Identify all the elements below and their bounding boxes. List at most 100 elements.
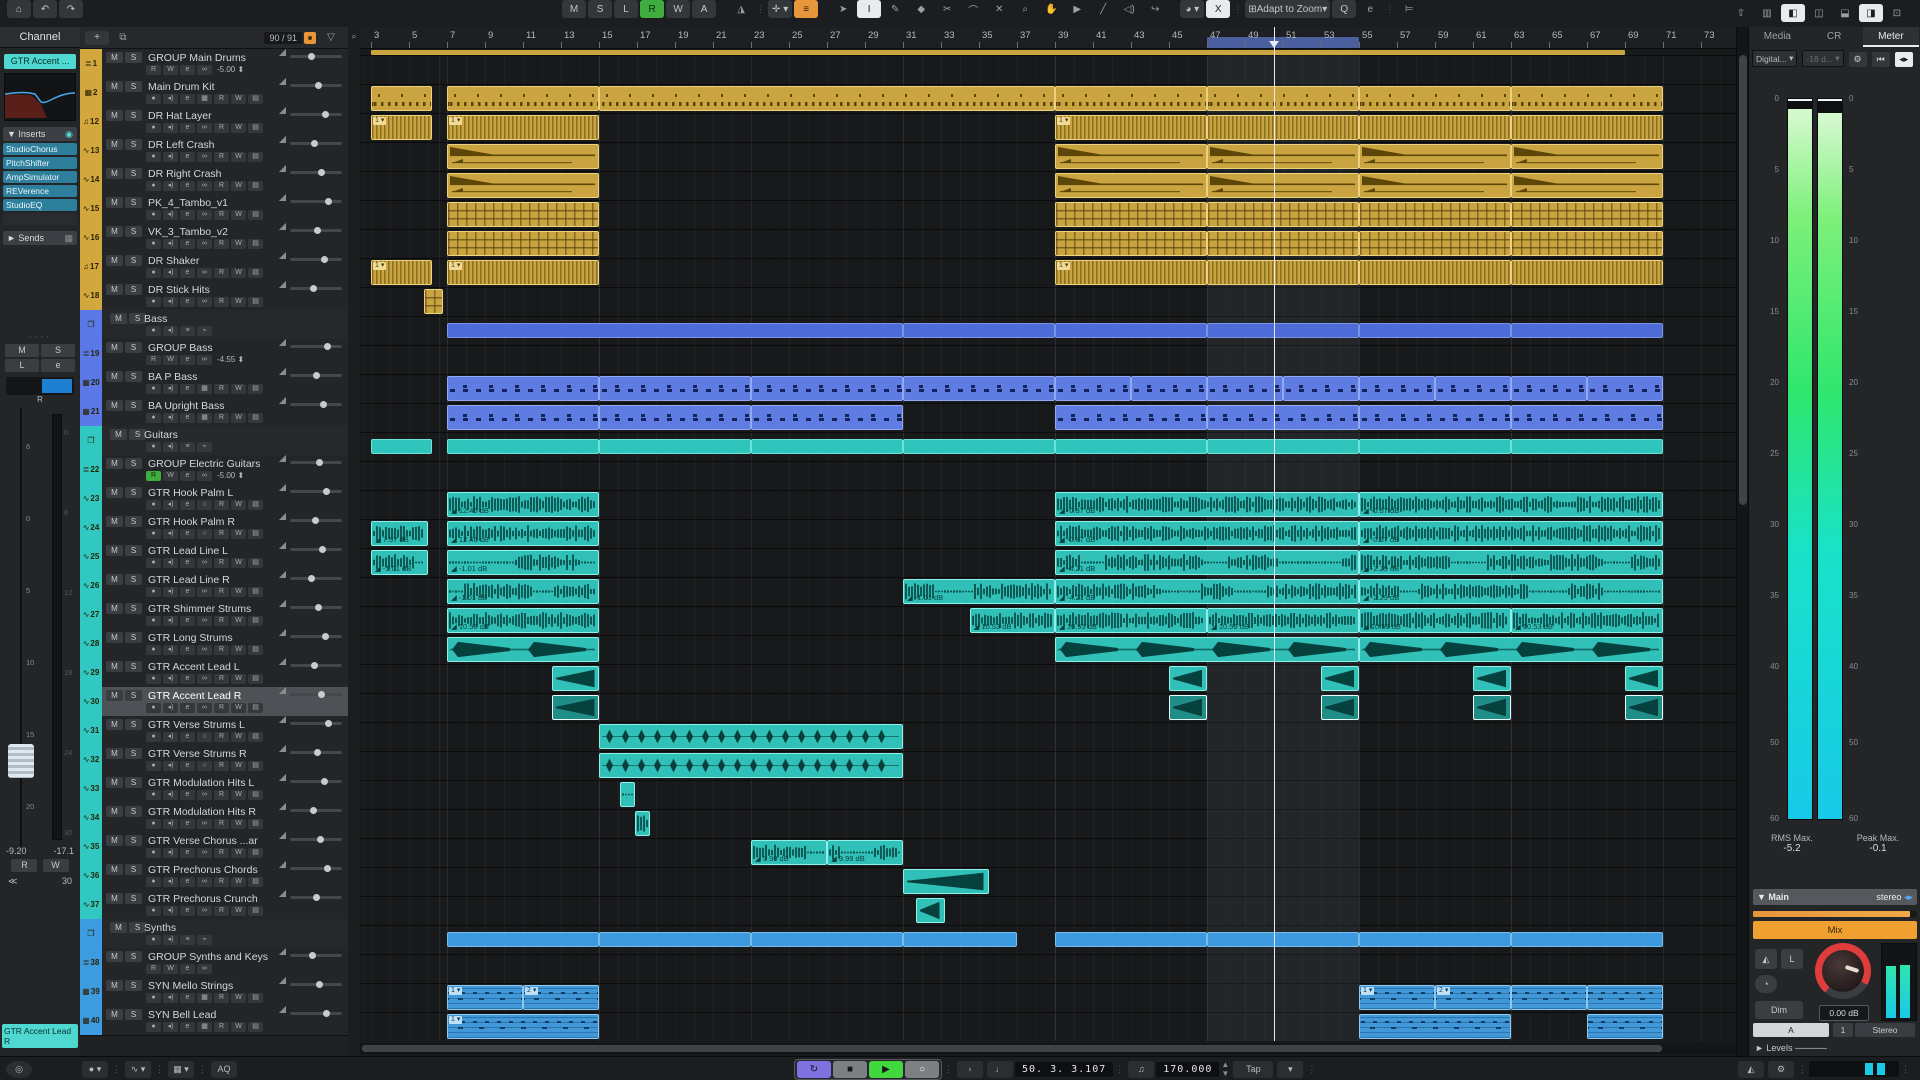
track-ctrl-◂)[interactable]: ◂) (163, 645, 178, 655)
listen-button[interactable]: L (5, 359, 39, 372)
track-ctrl-W[interactable]: W (231, 558, 246, 568)
track-ctrl-▤[interactable]: ▤ (248, 616, 263, 626)
track-row-synths[interactable]: ❐MSSynths●◂)≡⌁ (80, 919, 348, 949)
folder-part[interactable] (1511, 439, 1663, 454)
track-ctrl-▤[interactable]: ▤ (248, 210, 263, 220)
track-volume-slider[interactable] (290, 606, 342, 609)
zoom-tool-icon[interactable]: ⌕ (1013, 0, 1037, 18)
eq-curve-display[interactable] (4, 73, 76, 121)
track-ctrl-●[interactable]: ● (146, 587, 161, 597)
track-ctrl-R[interactable]: R (214, 848, 229, 858)
track-ctrl-▤[interactable]: ▤ (248, 384, 263, 394)
track-ctrl-W[interactable]: W (231, 674, 246, 684)
track-ctrl-◂)[interactable]: ◂) (163, 1022, 178, 1032)
track-ctrl-W[interactable]: W (231, 819, 246, 829)
track-ctrl-◂)[interactable]: ◂) (163, 558, 178, 568)
track-ctrl-≡[interactable]: ≡ (180, 935, 195, 945)
main-volume-strip[interactable] (1753, 911, 1917, 917)
automation-m-button[interactable]: M (562, 0, 586, 18)
audio-event[interactable] (1473, 666, 1511, 691)
track-ctrl-W[interactable]: W (231, 181, 246, 191)
midi-part[interactable] (903, 376, 1055, 401)
dual-zone-icon[interactable]: ◫ (1807, 4, 1831, 22)
track-name[interactable]: GTR Prechorus Chords (148, 864, 278, 876)
track-name[interactable]: SYN Mello Strings (148, 980, 278, 992)
track-row-gtr-verse-strums-r[interactable]: ∿32MSGTR Verse Strums R●◂)e○RW▤ (80, 745, 348, 775)
audio-event[interactable] (916, 898, 945, 923)
track-ctrl-W[interactable]: W (163, 471, 178, 481)
read-button[interactable]: R (11, 859, 37, 872)
track-name[interactable]: GTR Lead Line L (148, 545, 278, 557)
audio-event[interactable] (1207, 231, 1359, 256)
track-ctrl-R[interactable]: R (214, 645, 229, 655)
tab-meter[interactable]: Meter (1863, 27, 1920, 47)
mute-button[interactable]: M (5, 344, 39, 357)
folder-part[interactable] (1359, 932, 1511, 947)
midi-rec-mode-dropdown[interactable]: ▦ ▾ (168, 1061, 194, 1078)
audio-event[interactable] (1473, 695, 1511, 720)
track-ctrl-▤[interactable]: ▤ (248, 558, 263, 568)
solo-button[interactable]: S (125, 806, 142, 817)
tab-channel[interactable]: Channel (0, 27, 80, 48)
track-row-gtr-lead-line-r[interactable]: ∿26MSGTR Lead Line R●◂)e∞RW▤ (80, 571, 348, 601)
punch-in-icon[interactable]: ◗ (957, 1061, 983, 1078)
track-ctrl-○[interactable]: ○ (197, 761, 212, 771)
mute-button[interactable]: M (106, 777, 123, 788)
track-ctrl-◂)[interactable]: ◂) (163, 674, 178, 684)
tap-tempo-button[interactable]: Tap (1233, 1061, 1273, 1078)
auto-scroll-icon[interactable]: ✛ ▾ (768, 0, 792, 18)
audio-event[interactable] (1055, 173, 1207, 198)
track-name[interactable]: GTR Long Strums (148, 632, 278, 644)
midi-part[interactable] (1511, 376, 1587, 401)
track-ctrl-◂)[interactable]: ◂) (163, 587, 178, 597)
solo-button[interactable]: S (125, 400, 142, 411)
track-row-dr-shaker[interactable]: ♫17MSDR Shaker●◂)e∞RW▤ (80, 252, 348, 282)
solo-button[interactable]: S (125, 719, 142, 730)
track-ctrl-●[interactable]: ● (146, 674, 161, 684)
track-ctrl-W[interactable]: W (231, 500, 246, 510)
track-row-gtr-modulation-hits-r[interactable]: ∿34MSGTR Modulation Hits R●◂)e∞RW▤ (80, 803, 348, 833)
track-ctrl-R[interactable]: R (214, 529, 229, 539)
track-ctrl-R[interactable]: R (214, 123, 229, 133)
track-name[interactable]: BA P Bass (148, 371, 278, 383)
track-ctrl-▤[interactable]: ▤ (248, 906, 263, 916)
audio-event[interactable]: ◢ 10.53 dB (970, 608, 1056, 633)
midi-part[interactable] (1511, 985, 1587, 1010)
track-name[interactable]: GROUP Electric Guitars (148, 458, 278, 470)
track-name[interactable]: SYN Bell Lead (148, 1009, 278, 1021)
track-ctrl-▤[interactable]: ▤ (248, 790, 263, 800)
audio-event[interactable] (1207, 173, 1359, 198)
midi-part[interactable] (1207, 405, 1359, 430)
track-row-ba-upright-bass[interactable]: ▦21MSBA Upright Bass●◂)e▦RW▤ (80, 397, 348, 427)
track-ctrl-●[interactable]: ● (146, 94, 161, 104)
metronome-click-button[interactable]: ◭ (1738, 1061, 1764, 1078)
midi-part[interactable] (751, 405, 903, 430)
track-ctrl-≡[interactable]: ≡ (180, 326, 195, 336)
glue-tool-icon[interactable]: ⌒ (961, 0, 985, 18)
track-ctrl-W[interactable]: W (163, 355, 178, 365)
mute-button[interactable]: M (106, 893, 123, 904)
track-ctrl-R[interactable]: R (146, 471, 161, 481)
track-ctrl-⌁[interactable]: ⌁ (197, 442, 212, 452)
track-ctrl-▤[interactable]: ▤ (248, 732, 263, 742)
quantize-panel-icon[interactable]: e (1358, 0, 1382, 18)
split-tool-icon[interactable]: ✂ (935, 0, 959, 18)
track-ctrl-e[interactable]: e (180, 790, 195, 800)
solo-button[interactable]: S (125, 777, 142, 788)
track-ctrl-●[interactable]: ● (146, 848, 161, 858)
mixconsole-icon[interactable]: ▥ (1755, 4, 1779, 22)
midi-part[interactable] (1587, 376, 1663, 401)
line-tool-icon[interactable]: ╱ (1091, 0, 1115, 18)
track-ctrl-∞[interactable]: ∞ (197, 587, 212, 597)
record-mode-dropdown[interactable]: ● ▾ (82, 1061, 108, 1078)
folder-part[interactable] (903, 932, 1017, 947)
track-ctrl-W[interactable]: W (231, 94, 246, 104)
draw-tool-icon[interactable]: ✎ (883, 0, 907, 18)
track-volume-slider[interactable] (290, 258, 342, 261)
track-ctrl-∞[interactable]: ∞ (197, 674, 212, 684)
track-ctrl-⌁[interactable]: ⌁ (197, 935, 212, 945)
track-ctrl-▤[interactable]: ▤ (248, 877, 263, 887)
downmix-a-button[interactable]: A (1753, 1023, 1829, 1037)
tempo-mode-dropdown[interactable]: ▾ (1277, 1061, 1303, 1078)
track-ctrl-e[interactable]: e (180, 587, 195, 597)
